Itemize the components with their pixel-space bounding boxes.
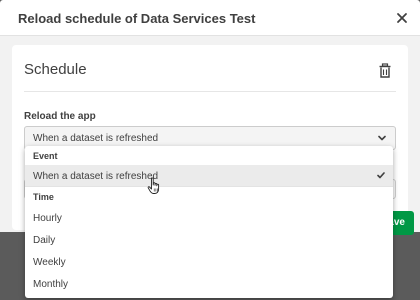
option-monthly[interactable]: Monthly bbox=[25, 273, 393, 295]
close-icon bbox=[397, 13, 407, 23]
reload-field-label: Reload the app bbox=[24, 111, 96, 122]
reload-trigger-value: When a dataset is refreshed bbox=[33, 133, 159, 144]
group-header-time: Time bbox=[25, 186, 393, 206]
close-button[interactable] bbox=[393, 10, 411, 26]
dialog-title: Reload schedule of Data Services Test bbox=[18, 11, 256, 26]
hand-cursor-icon bbox=[147, 177, 160, 194]
group-header-event: Event bbox=[33, 151, 58, 161]
trash-icon bbox=[379, 63, 391, 78]
dialog-header: Reload schedule of Data Services Test bbox=[0, 0, 420, 36]
reload-trigger-dropdown: Event When a dataset is refreshed Time H… bbox=[25, 146, 393, 298]
card-divider bbox=[24, 91, 396, 92]
delete-schedule-button[interactable] bbox=[378, 63, 392, 79]
chevron-down-icon bbox=[378, 135, 386, 141]
schedule-title: Schedule bbox=[24, 61, 87, 78]
check-icon bbox=[377, 172, 385, 179]
option-hourly[interactable]: Hourly bbox=[25, 207, 393, 229]
option-weekly[interactable]: Weekly bbox=[25, 251, 393, 273]
option-label: When a dataset is refreshed bbox=[33, 171, 159, 182]
option-dataset-refreshed[interactable]: When a dataset is refreshed bbox=[25, 165, 393, 187]
option-daily[interactable]: Daily bbox=[25, 229, 393, 251]
